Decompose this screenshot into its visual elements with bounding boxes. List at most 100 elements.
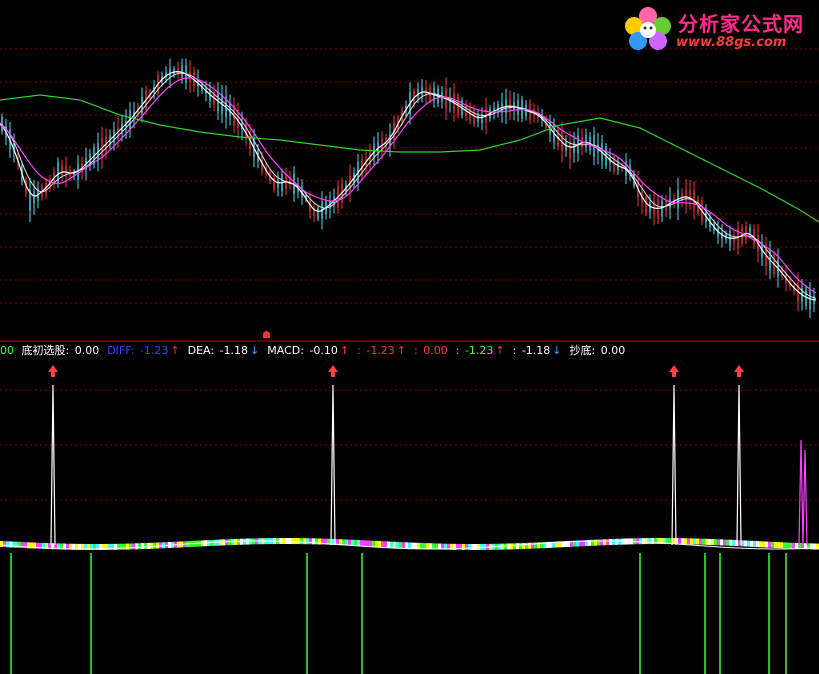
indicator-band-segment (360, 540, 363, 547)
indicator-band-segment (357, 540, 360, 547)
indicator-band-segment (606, 539, 609, 546)
buy-signal-spike (50, 384, 56, 546)
indicator-band-segment (423, 543, 426, 550)
indicator-band-segment (300, 538, 303, 545)
indicator-value: -1.18 (219, 344, 249, 357)
indicator-value: -1.23 (139, 344, 169, 357)
indicator-band-segment (690, 538, 693, 545)
indicator-band-segment (9, 541, 12, 548)
indicator-item-6: : -1.23 ↑ (456, 344, 507, 357)
indicator-value: 0.00 (423, 344, 448, 357)
indicator-band-segment (678, 538, 681, 545)
indicator-band-segment (702, 538, 705, 545)
axis-marker-icon: ☗ (262, 330, 271, 341)
indicator-item-5: : 0.00 (414, 344, 450, 357)
indicator-band-segment (648, 538, 651, 545)
buy-signal-spike (736, 384, 742, 546)
indicator-band-segment (312, 538, 315, 545)
indicator-band-segment (12, 541, 15, 548)
indicator-band-segment (396, 541, 399, 548)
header-prefix: 00 (0, 344, 14, 357)
indicator-band-segment (351, 539, 354, 546)
arrow-up-icon: ↑ (170, 344, 180, 357)
arrow-down-icon: ↓ (552, 344, 562, 357)
indicator-band-segment (294, 538, 297, 545)
indicator-band-segment (726, 539, 729, 546)
indicator-band-segment (471, 544, 474, 550)
indicator-band-segment (348, 539, 351, 546)
indicator-band-segment (705, 538, 708, 545)
indicator-band-segment (402, 542, 405, 549)
indicator-band-segment (387, 541, 390, 548)
indicator-band-segment (687, 538, 690, 545)
indicator-band-segment (225, 539, 228, 546)
indicator-label: MACD: (267, 344, 308, 357)
logo-url[interactable]: www.88gs.com (676, 35, 786, 50)
indicator-band-segment (381, 541, 384, 548)
indicator-band-segment (708, 538, 711, 545)
indicator-band-segment (516, 543, 519, 550)
indicator-band-segment (384, 541, 387, 548)
indicator-band-segment (789, 542, 792, 549)
indicator-band-segment (714, 539, 717, 546)
indicator-label: DIFF: (107, 344, 138, 357)
indicator-band-segment (723, 539, 726, 546)
flower-logo-icon (625, 7, 671, 50)
indicator-band-segment (417, 542, 420, 549)
indicator-band-segment (426, 543, 429, 550)
indicator-band-segment (777, 542, 780, 549)
indicator-label: 抄底: (569, 344, 599, 357)
indicator-band-segment (612, 538, 615, 545)
indicator-label: 底初选股: (21, 344, 73, 357)
indicator-band-segment (753, 540, 756, 547)
indicator-band-segment (474, 543, 477, 550)
indicator-value: -1.18 (521, 344, 551, 357)
indicator-band-segment (522, 542, 525, 549)
indicator-band-segment (756, 541, 759, 548)
indicator-band-segment (699, 538, 702, 545)
indicator-band-segment (462, 543, 465, 550)
indicator-band-segment (720, 539, 723, 546)
indicator-band-segment (240, 538, 243, 545)
indicator-item-8: 抄底: 0.00 (570, 344, 628, 357)
indicator-header: 00 底初选股: 0.00 DIFF: -1.23 ↑ DEA: -1.18 ↓ MACD… (0, 343, 635, 359)
header-items: 底初选股: 0.00 DIFF: -1.23 ↑ DEA: -1.18 ↓ MACD: -… (22, 344, 634, 357)
indicator-band-segment (123, 543, 126, 550)
indicator-band-segment (399, 542, 402, 549)
indicator-band-segment (609, 539, 612, 546)
indicator-band-segment (366, 540, 369, 547)
indicator-band-segment (639, 538, 642, 545)
indicator-band-segment (519, 543, 522, 550)
indicator-band-segment (750, 540, 753, 547)
buy-arrow-icon (734, 365, 744, 377)
indicator-band-segment (732, 539, 735, 546)
indicator-band-segment (459, 543, 462, 550)
indicator-band-segment (354, 539, 357, 546)
stock-chart[interactable]: ☗ (0, 0, 819, 674)
indicator-band-segment (717, 539, 720, 546)
indicator-band-segment (222, 539, 225, 546)
indicator-band-segment (375, 540, 378, 547)
indicator-band-segment (507, 543, 510, 550)
indicator-band-segment (432, 543, 435, 550)
indicator-band-segment (618, 538, 621, 545)
indicator-label: : (357, 344, 365, 357)
indicator-band-segment (411, 542, 414, 549)
indicator-band-segment (729, 539, 732, 546)
indicator-item-3: MACD: -0.10 ↑ (267, 344, 351, 357)
indicator-band-segment (288, 538, 291, 545)
indicator-band-segment (393, 541, 396, 548)
indicator-band-segment (525, 542, 528, 549)
indicator-band-segment (216, 539, 219, 546)
indicator-band-segment (372, 540, 375, 547)
indicator-band-segment (768, 541, 771, 548)
indicator-band-segment (711, 539, 714, 546)
indicator-band-segment (693, 538, 696, 545)
indicator-item-4: : -1.23 ↑ (357, 344, 408, 357)
indicator-label: : (512, 344, 520, 357)
indicator-item-7: : -1.18 ↓ (513, 344, 564, 357)
indicator-band-segment (780, 542, 783, 549)
indicator-band-segment (645, 538, 648, 545)
indicator-band-segment (759, 541, 762, 548)
indicator-band-segment (228, 539, 231, 546)
